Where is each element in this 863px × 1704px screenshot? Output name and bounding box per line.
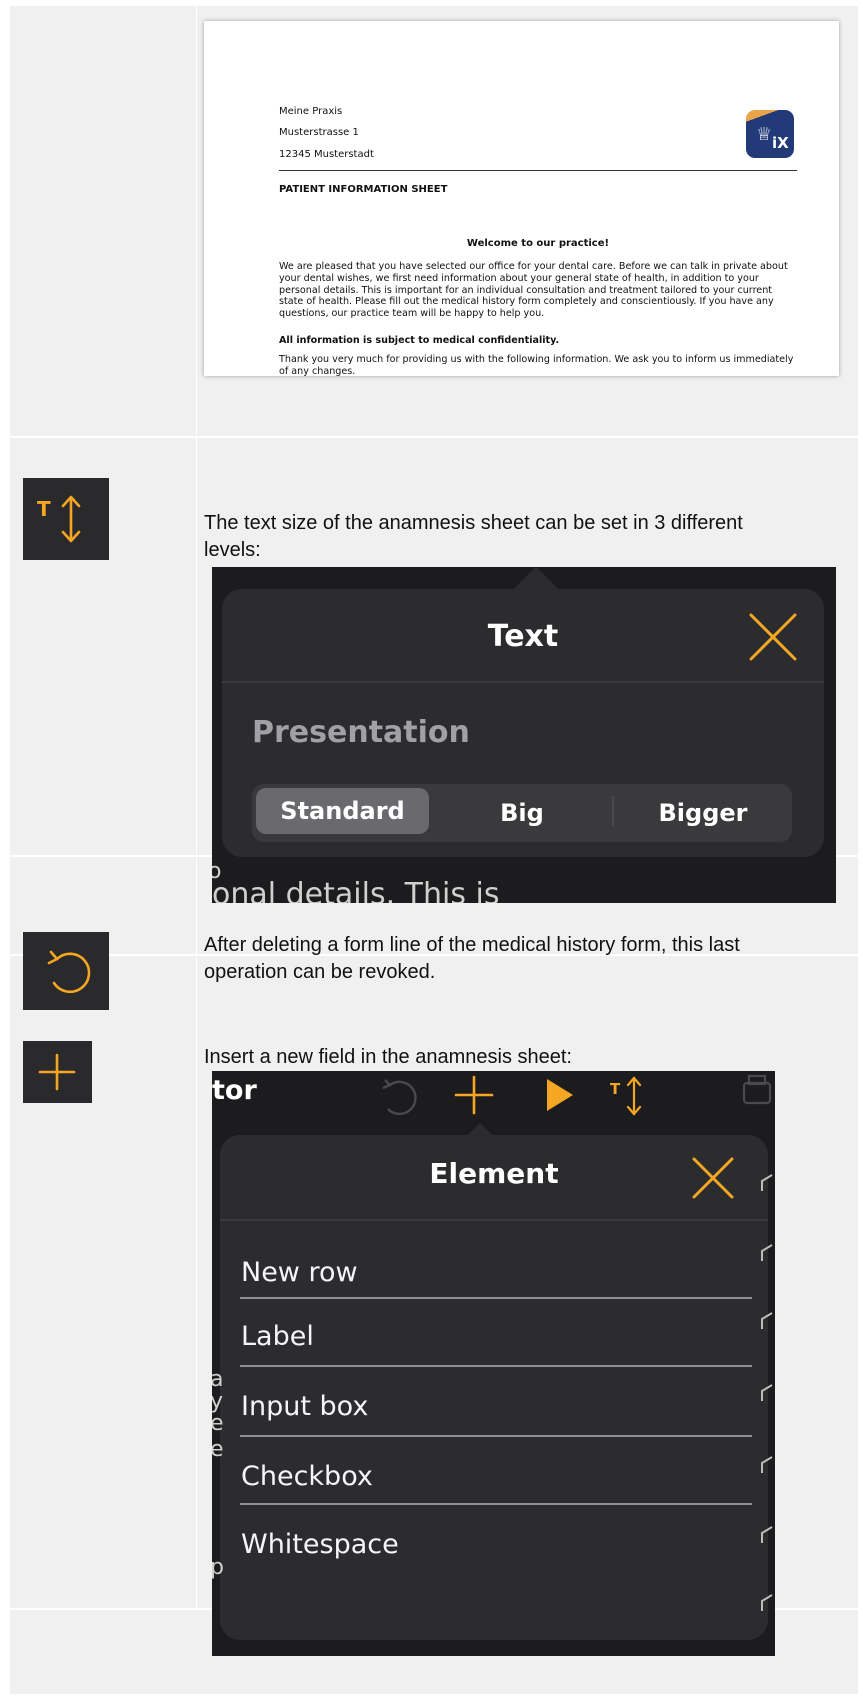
column-divider (196, 6, 197, 1610)
practice-city: 12345 Musterstadt (279, 149, 374, 160)
text-size-description: The text size of the anamnesis sheet can… (204, 512, 743, 561)
app-logo-icon: ♕ iX (746, 110, 794, 158)
welcome-heading: Welcome to our practice! (466, 238, 610, 249)
svg-text:T: T (37, 497, 51, 521)
confidential-notice: All information is subject to medical co… (279, 335, 560, 346)
menu-item-whitespace[interactable]: Whitespace (241, 1529, 399, 1560)
text-size-segmented-control: Standard Big Bigger (252, 784, 792, 842)
undo-button[interactable] (23, 932, 109, 1010)
practice-name: Meine Praxis (279, 106, 343, 117)
element-popover: Element New row Label Input box Checkbox… (220, 1135, 768, 1640)
print-icon (742, 1074, 772, 1105)
menu-separator (240, 1503, 752, 1505)
sheet-title: PATIENT INFORMATION SHEET (279, 184, 448, 195)
row-divider (10, 436, 858, 438)
popover-title: Element (429, 1157, 559, 1190)
intro-paragraph: We are pleased that you have selected ou… (279, 261, 788, 320)
popover-divider (222, 681, 824, 683)
text-popover: Text Presentation Standard Big Bigger (222, 589, 824, 857)
logo-text: iX (772, 134, 789, 152)
add-element-button[interactable] (23, 1041, 92, 1103)
text-size-button[interactable]: T (23, 478, 109, 560)
undo-description: After deleting a form line of the medica… (204, 934, 740, 983)
close-icon[interactable] (747, 611, 799, 663)
segment-bigger[interactable]: Bigger (614, 786, 792, 840)
background-text-fragment: onal details. This is (212, 877, 500, 903)
menu-item-checkbox[interactable]: Checkbox (241, 1461, 373, 1492)
background-lock-icons (761, 1174, 773, 1611)
insert-field-description: Insert a new field in the anamnesis shee… (204, 1046, 572, 1068)
popover-arrow (512, 567, 560, 591)
segment-standard[interactable]: Standard (256, 788, 429, 834)
close-icon[interactable] (690, 1155, 736, 1201)
popover-divider (220, 1219, 768, 1221)
svg-text:T: T (610, 1080, 621, 1098)
element-popover-screenshot: tor T Element New row Label Input box Ch… (212, 1071, 775, 1656)
menu-item-input-box[interactable]: Input box (241, 1391, 368, 1422)
thanks-paragraph: Thank you very much for providing us wit… (279, 354, 794, 376)
background-text-fragment: e (212, 1411, 224, 1436)
practice-street: Musterstrasse 1 (279, 127, 359, 138)
menu-item-new-row[interactable]: New row (241, 1257, 358, 1288)
background-text-fragment: e (212, 1437, 224, 1462)
menu-separator (240, 1435, 752, 1437)
undo-icon (47, 950, 91, 994)
menu-separator (240, 1297, 752, 1299)
header-rule (279, 170, 797, 171)
plus-icon (38, 1053, 76, 1091)
segment-big[interactable]: Big (434, 786, 610, 840)
menu-separator (240, 1365, 752, 1367)
tooth-icon: ♕ (756, 124, 773, 145)
presentation-label: Presentation (252, 715, 470, 750)
background-text-fragment: p (212, 1555, 224, 1580)
patient-information-sheet-screenshot: Meine Praxis Musterstrasse 1 12345 Muste… (204, 21, 839, 376)
toolbar-title-fragment: tor (212, 1075, 257, 1106)
editor-toolbar: T (382, 1075, 642, 1116)
text-popover-screenshot: Text Presentation Standard Big Bigger o … (212, 567, 836, 903)
text-size-icon: T (37, 495, 81, 543)
popover-title: Text (487, 619, 559, 654)
menu-item-label[interactable]: Label (241, 1321, 314, 1352)
